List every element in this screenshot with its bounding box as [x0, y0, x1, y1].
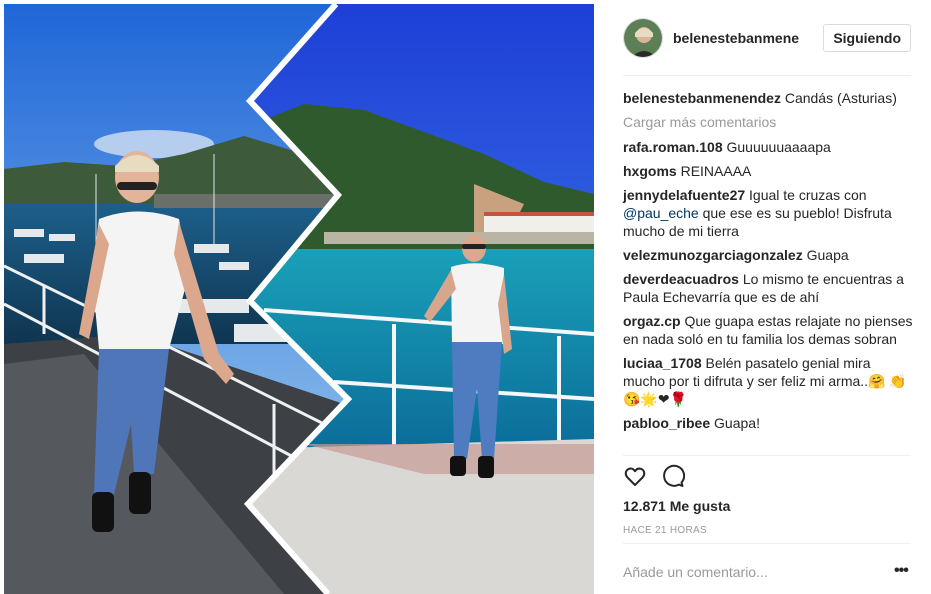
post-header: belenestebanmene Siguiendo: [623, 17, 911, 59]
comment-username[interactable]: hxgoms: [623, 163, 677, 179]
comment-username[interactable]: orgaz.cp: [623, 313, 681, 329]
comment-username[interactable]: pabloo_ribee: [623, 415, 710, 431]
comments-list: belenestebanmenendez Candás (Asturias) C…: [623, 89, 913, 438]
post-photo[interactable]: [4, 4, 594, 594]
more-options-icon[interactable]: •••: [894, 562, 909, 580]
comment: deverdeacuadros Lo mismo te encuentras a…: [623, 270, 913, 306]
comment-text: Guuuuuuaaaapa: [726, 139, 831, 155]
avatar[interactable]: [623, 18, 663, 58]
divider: [623, 75, 911, 76]
load-more-comments[interactable]: Cargar más comentarios: [623, 113, 913, 131]
comment: luciaa_1708 Belén pasatelo genial mira m…: [623, 354, 913, 408]
likes-count[interactable]: 12.871 Me gusta: [623, 498, 730, 514]
divider: [623, 455, 911, 456]
add-comment-input[interactable]: [623, 564, 893, 580]
comment: hxgoms REINAAAA: [623, 162, 913, 180]
post-actions: [623, 464, 685, 488]
comment-bubble-icon[interactable]: [661, 464, 685, 488]
comment: orgaz.cp Que guapa estas relajate no pie…: [623, 312, 913, 348]
mention-link[interactable]: @pau_eche: [623, 205, 699, 221]
comment-text: Igual te cruzas con: [749, 187, 867, 203]
comment-username[interactable]: rafa.roman.108: [623, 139, 723, 155]
caption-username[interactable]: belenestebanmenendez: [623, 90, 781, 106]
post-timestamp[interactable]: HACE 21 HORAS: [623, 525, 707, 536]
comment-text: Guapa: [806, 247, 849, 263]
comment: pabloo_ribee Guapa!: [623, 414, 913, 432]
divider: [623, 543, 911, 544]
comment-username[interactable]: jennydelafuente27: [623, 187, 745, 203]
post-side-panel: belenestebanmene Siguiendo belenestebanm…: [609, 0, 927, 594]
heart-icon[interactable]: [623, 464, 647, 488]
comment: jennydelafuente27 Igual te cruzas con @p…: [623, 186, 913, 240]
comment: rafa.roman.108 Guuuuuuaaaapa: [623, 138, 913, 156]
comment-text: Guapa!: [714, 415, 760, 431]
likes-label: Me gusta: [669, 498, 731, 514]
comment-username[interactable]: luciaa_1708: [623, 355, 702, 371]
header-username[interactable]: belenestebanmene: [673, 30, 823, 46]
caption: belenestebanmenendez Candás (Asturias): [623, 89, 913, 107]
collage-image: [4, 4, 594, 594]
following-button[interactable]: Siguiendo: [823, 24, 911, 52]
caption-text: Candás (Asturias): [784, 90, 897, 106]
comment-username[interactable]: deverdeacuadros: [623, 271, 739, 287]
comment: velezmunozgarciagonzalez Guapa: [623, 246, 913, 264]
comment-username[interactable]: velezmunozgarciagonzalez: [623, 247, 803, 263]
likes-number: 12.871: [623, 498, 666, 514]
comment-text: REINAAAA: [680, 163, 752, 179]
